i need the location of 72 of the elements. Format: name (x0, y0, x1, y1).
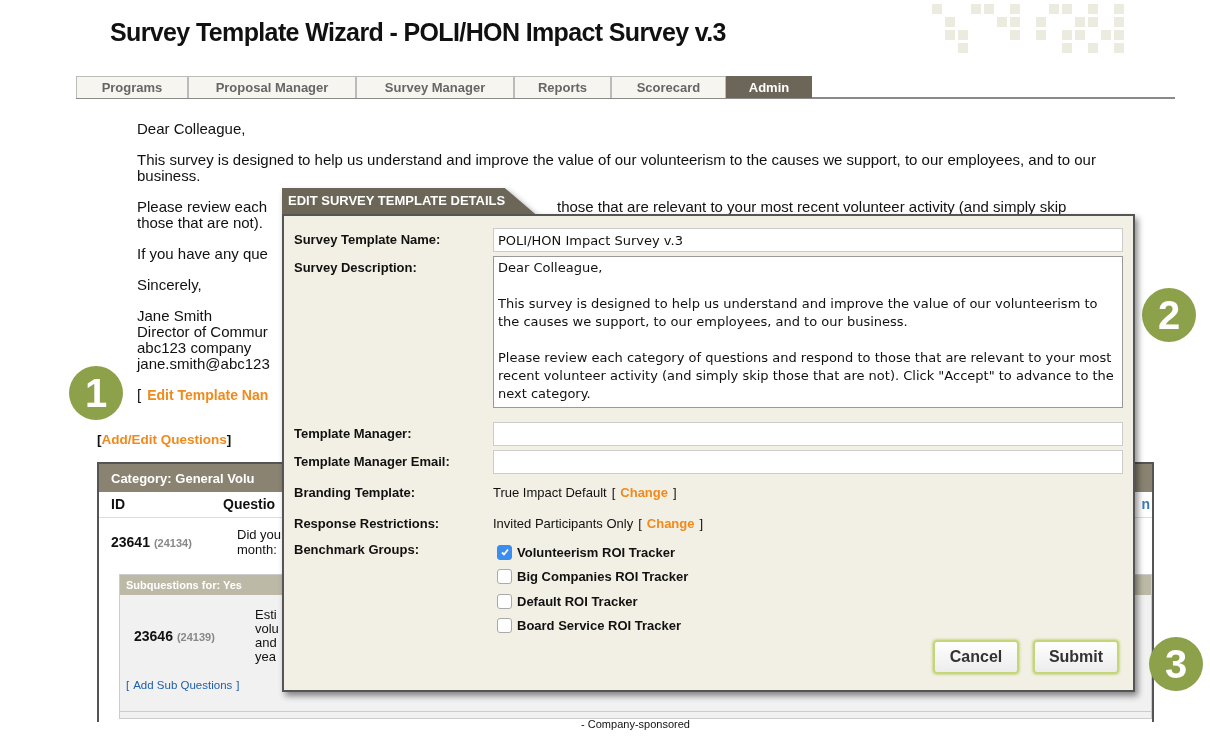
question-text: Esti (255, 608, 278, 623)
checkbox[interactable] (497, 618, 512, 634)
field-value: True Impact Default (493, 484, 607, 503)
field-value: Invited Participants Only (493, 515, 634, 534)
page-title: Survey Template Wizard - POLI/HON Impact Survey v.3 (110, 17, 726, 48)
field-label: Response Restrictions: (294, 516, 440, 532)
bracket-text: ] (699, 515, 704, 534)
bracket-text: [ (97, 431, 102, 449)
nav-tab[interactable]: Scorecard (611, 76, 726, 98)
text-field[interactable] (493, 449, 1123, 474)
checkbox[interactable] (497, 593, 512, 609)
original-id: (24139) (176, 629, 215, 645)
column-header: Questio (223, 495, 276, 515)
field-label: Survey Template Name: (294, 232, 441, 248)
question-id: 23641 (111, 532, 150, 552)
subquestion-title: Subquestions for: Yes (126, 578, 242, 593)
field-label: Benchmark Groups: (294, 541, 419, 557)
signature-line: jane.smith@abc123 (137, 356, 270, 372)
column-header: n (1141, 495, 1150, 515)
bracket-text: ] (673, 484, 677, 503)
text-field[interactable] (493, 421, 1123, 446)
option-text: - Company-sponsored (581, 716, 690, 732)
field-label: Template Manager Email: (294, 453, 450, 469)
signature-line: abc123 company (137, 340, 252, 356)
checkbox-label: Big Companies ROI Tracker (517, 568, 689, 586)
letter-text: Dear Colleague, (137, 121, 247, 137)
signature-line: Director of Commur (137, 324, 268, 340)
checkbox-label: Default ROI Tracker (517, 592, 638, 611)
field-label: Template Manager: (294, 425, 412, 441)
bracket-text: [ (126, 678, 130, 694)
nav-tab[interactable]: Programs (76, 76, 188, 98)
signature-line: Jane Smith (137, 308, 213, 324)
dialog-button[interactable]: Cancel (933, 639, 1019, 674)
letter-text: This survey is designed to help us understand and improve the value of our volunteerism to the causes we support, to our employees, and to our business. (137, 152, 1097, 184)
dialog-button[interactable]: Submit (1033, 639, 1119, 674)
dialog-title: EDIT SURVEY TEMPLATE DETAILS (288, 192, 506, 211)
field-label: Survey Description: (294, 260, 417, 275)
question-text: volu (255, 622, 279, 637)
letter-text: those that are relevant to your most recent volunteer activity (and simply skip (557, 199, 1067, 215)
number-callout: 2 (1142, 288, 1196, 342)
check-icon (499, 547, 510, 558)
category-title: Category: General Volu (111, 469, 255, 488)
question-text: Did you (237, 527, 282, 543)
letter-text: If you have any que (137, 245, 268, 262)
question-text: month: (237, 542, 278, 558)
checkbox[interactable] (497, 569, 512, 585)
nav-tab[interactable]: Reports (514, 76, 611, 98)
checkbox[interactable] (497, 544, 512, 560)
nav-tab[interactable]: Admin (726, 76, 812, 98)
letter-text: Sincerely, (137, 276, 202, 293)
question-text: yea (255, 650, 277, 665)
checkbox-label: Board Service ROI Tracker (517, 617, 682, 635)
bracket-text: [ (137, 387, 142, 403)
question-text: and (255, 636, 278, 651)
column-header: ID (111, 495, 126, 515)
field-label: Branding Template: (294, 485, 416, 501)
bracket-text: [ (611, 484, 616, 503)
letter-text: those that are not). (137, 214, 263, 231)
checkbox-label: Volunteerism ROI Tracker (517, 543, 675, 562)
add-sub-questions-link[interactable]: Add Sub Questions (133, 677, 233, 695)
nav-tab[interactable]: Survey Manager (356, 76, 514, 98)
question-id: 23646 (134, 626, 173, 646)
bracket-text: [ (638, 515, 642, 534)
original-id: (24134) (153, 535, 192, 551)
text-field[interactable]: POLI/HON Impact Survey v.3 (493, 228, 1123, 252)
bracket-text: ] (226, 431, 232, 449)
nav-tab[interactable]: Proposal Manager (188, 76, 356, 98)
letter-text: Please review each (137, 198, 268, 215)
number-callout: 1 (69, 366, 123, 420)
description-field[interactable]: Dear Colleague, This survey is designed to help us understand and improve the value of our volunteerism to the causes we support, to our employees, and to our business. Please review each category of questions and respond to those that are relevant to your most recent volunteer activity (and simply skip those that are not). Click "Accept" to advance to the next category. (493, 256, 1123, 408)
number-callout: 3 (1149, 637, 1203, 691)
bracket-text: ] (236, 678, 240, 694)
